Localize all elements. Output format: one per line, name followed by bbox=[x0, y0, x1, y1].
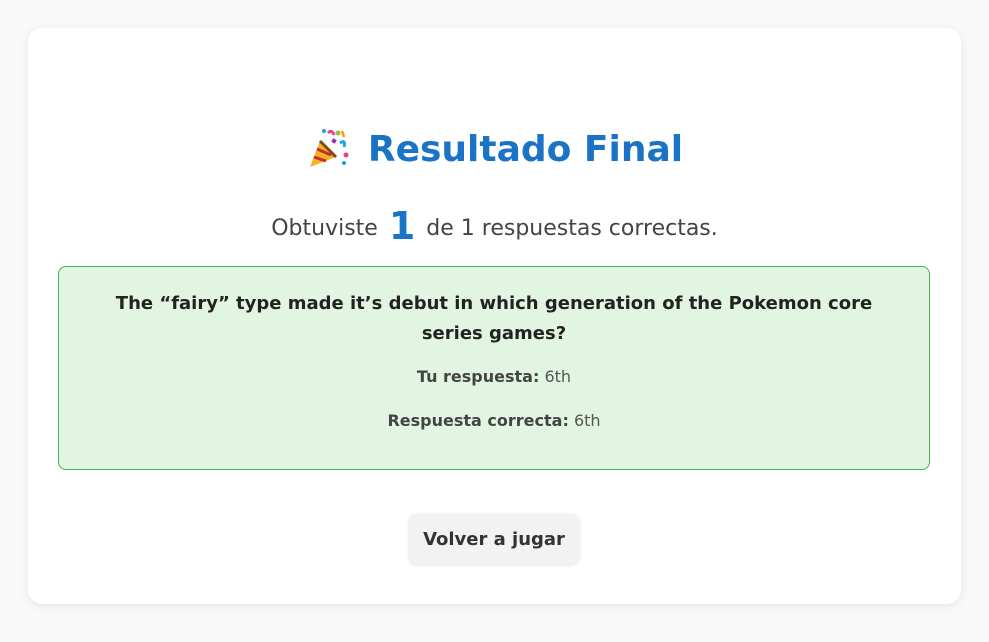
correct-answer-value: 6th bbox=[573, 411, 601, 430]
your-answer-row: Tu respuesta: 6th bbox=[59, 367, 929, 386]
results-card: Resultado Final Obtuviste 1 de 1 respues… bbox=[28, 28, 961, 604]
correct-answer-label: Respuesta correcta: bbox=[387, 411, 569, 430]
score-prefix: Obtuviste bbox=[271, 216, 378, 241]
title-row: Resultado Final bbox=[28, 121, 961, 177]
score-count: 1 bbox=[388, 204, 416, 248]
your-answer-value: 6th bbox=[544, 367, 572, 386]
page-title: Resultado Final bbox=[367, 128, 684, 170]
your-answer-label: Tu respuesta: bbox=[416, 367, 540, 386]
question-result-correct: The “fairy” type made it’s debut in whic… bbox=[58, 266, 930, 470]
question-text: The “fairy” type made it’s debut in whic… bbox=[115, 293, 873, 344]
correct-answer-row: Respuesta correcta: 6th bbox=[59, 411, 929, 430]
replay-button[interactable]: Volver a jugar bbox=[409, 514, 579, 564]
score-summary: Obtuviste 1 de 1 respuestas correctas. bbox=[28, 204, 961, 248]
score-suffix: de 1 respuestas correctas. bbox=[426, 216, 718, 241]
party-popper-icon bbox=[306, 127, 350, 171]
